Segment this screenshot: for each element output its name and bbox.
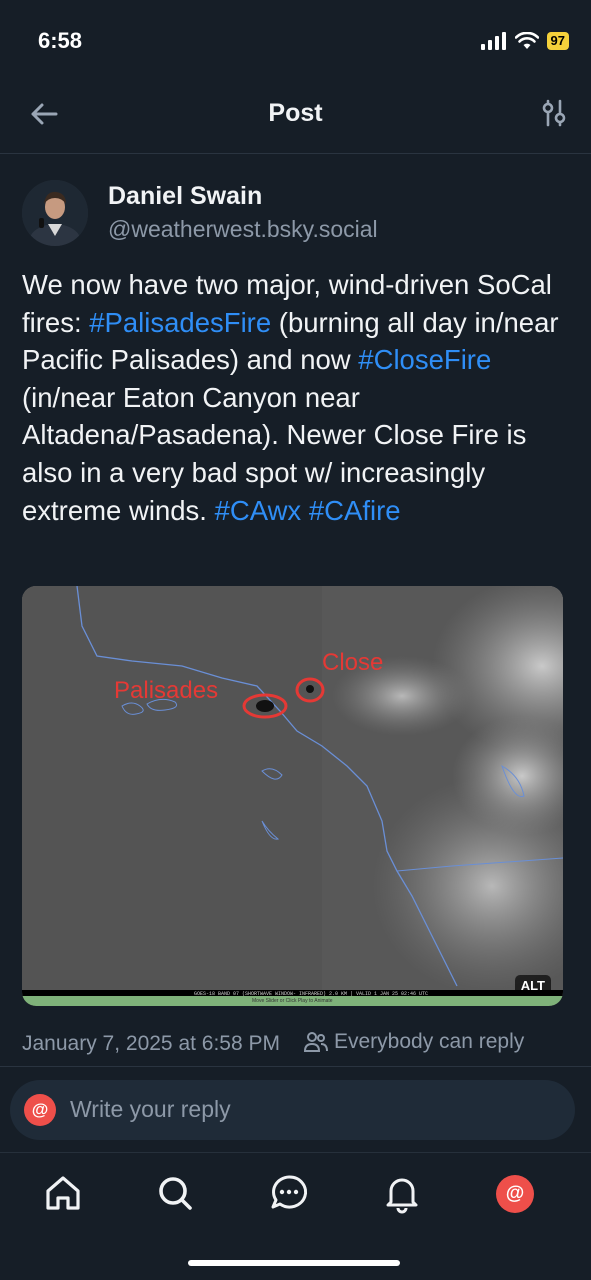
author-handle[interactable]: @weatherwest.bsky.social <box>108 216 378 243</box>
hashtag-link[interactable]: #CAwx <box>215 495 302 526</box>
reply-input[interactable]: @ Write your reply <box>10 1080 575 1140</box>
home-icon[interactable] <box>42 1172 84 1214</box>
post-date: January 7, 2025 at 6:58 PM <box>22 1032 280 1055</box>
status-icons: 97 <box>480 32 569 50</box>
reply-permission[interactable]: Everybody can reply <box>304 1030 524 1054</box>
post-text-segment <box>301 495 309 526</box>
reply-placeholder: Write your reply <box>70 1096 231 1122</box>
post-text: We now have two major, wind-driven SoCal… <box>22 266 570 529</box>
image-caption-line: GOES-18 BAND 07 (SHORTWAVE WINDOW- INFRA… <box>194 991 428 997</box>
close-label: Close <box>322 649 383 676</box>
people-icon <box>304 1032 328 1052</box>
hashtag-link[interactable]: #PalisadesFire <box>89 307 271 338</box>
bell-icon[interactable] <box>381 1172 423 1214</box>
profile-avatar[interactable]: @ <box>496 1175 534 1213</box>
post-image[interactable]: Palisades Close GOES-18 BAND 07 (SHORTWA… <box>22 586 563 1006</box>
meta-divider <box>0 1066 591 1067</box>
satellite-image: Palisades Close GOES-18 BAND 07 (SHORTWA… <box>22 586 563 1006</box>
status-time: 6:58 <box>38 28 83 53</box>
hashtag-link[interactable]: #CAfire <box>309 495 401 526</box>
wifi-icon <box>514 32 539 49</box>
author-name[interactable]: Daniel Swain <box>108 182 262 211</box>
battery-indicator: 97 <box>546 32 569 50</box>
signal-icon <box>480 32 506 50</box>
image-caption-hint: Move Slider or Click Play to Animate <box>252 998 333 1004</box>
chat-icon[interactable] <box>268 1172 310 1214</box>
page-title: Post <box>268 99 323 127</box>
avatar-portrait <box>22 180 88 246</box>
search-icon[interactable] <box>154 1172 196 1214</box>
reply-permission-label: Everybody can reply <box>334 1030 525 1053</box>
palisades-label: Palisades <box>114 677 218 704</box>
hashtag-link[interactable]: #CloseFire <box>358 344 491 375</box>
header-divider <box>0 153 591 154</box>
nav-divider <box>0 1152 591 1153</box>
author-avatar[interactable] <box>22 180 88 246</box>
filter-sliders-icon[interactable] <box>539 98 569 128</box>
home-indicator <box>188 1260 400 1266</box>
alt-badge[interactable]: ALT <box>514 975 551 996</box>
reply-avatar: @ <box>24 1094 56 1126</box>
back-arrow-icon[interactable] <box>26 96 62 132</box>
